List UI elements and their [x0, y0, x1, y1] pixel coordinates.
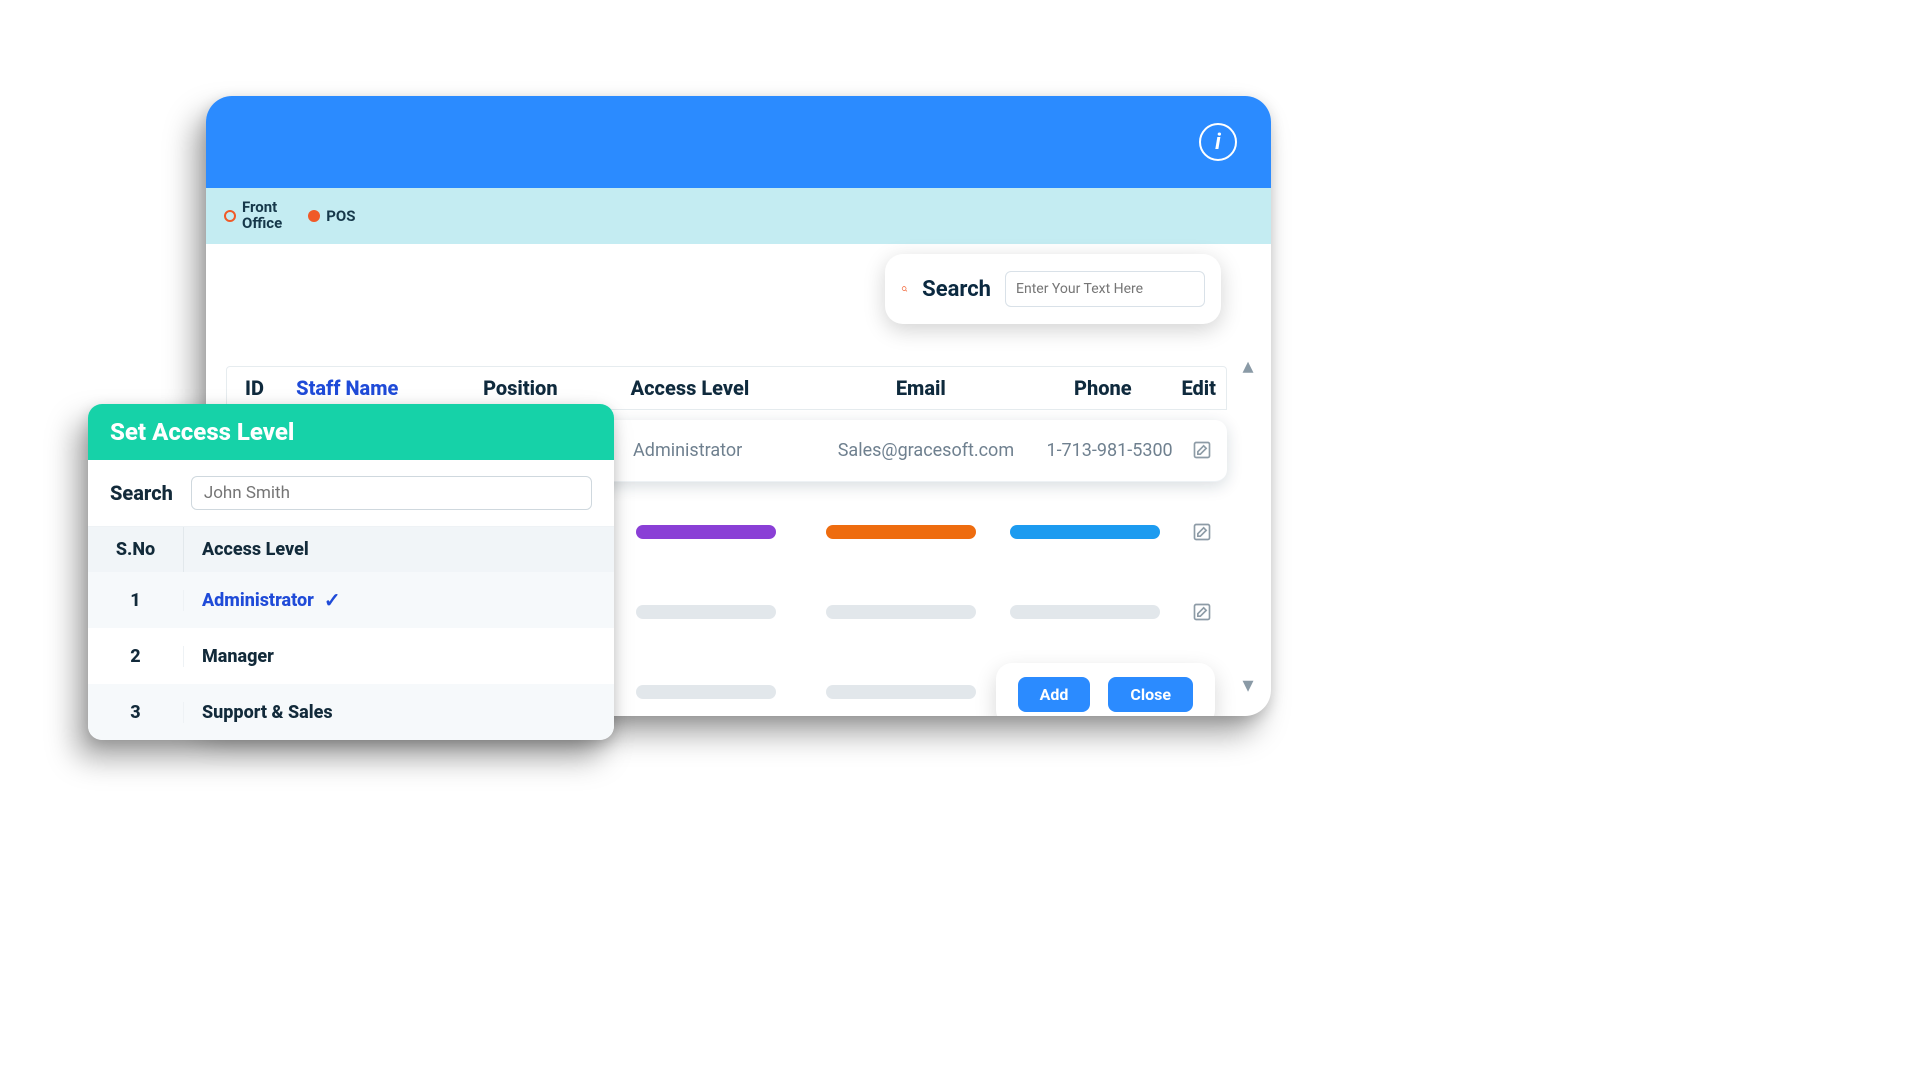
access-level-row[interactable]: 2 Manager	[88, 628, 614, 684]
info-icon[interactable]: i	[1199, 123, 1237, 161]
radio-pos[interactable]: POS	[308, 207, 355, 225]
radio-label: POS	[326, 207, 355, 225]
radio-filled-icon	[308, 210, 320, 222]
radio-label: Front Office	[242, 200, 282, 232]
cell-access: Administrator	[633, 440, 822, 461]
row-level[interactable]: Support & Sales	[184, 702, 614, 723]
modal-col-sno: S.No	[88, 527, 184, 572]
access-level-row[interactable]: 3 Support & Sales	[88, 684, 614, 740]
search-label: Search	[922, 277, 991, 302]
ph-phone	[1010, 605, 1160, 619]
edit-icon[interactable]	[1189, 437, 1215, 463]
col-access: Access Level	[631, 376, 818, 400]
scroll-up-icon[interactable]: ▴	[1237, 354, 1259, 379]
radio-front-office[interactable]: Front Office	[224, 200, 282, 232]
search-icon	[901, 276, 908, 302]
col-id: ID	[227, 376, 296, 400]
scroll-down-icon[interactable]: ▾	[1237, 673, 1259, 698]
radio-open-icon	[224, 210, 236, 222]
ph-access	[636, 605, 776, 619]
topbar: i	[206, 96, 1271, 188]
row-sno: 3	[88, 702, 184, 723]
search-pill: Search	[885, 254, 1221, 324]
modal-search: Search	[88, 460, 614, 527]
ph-email	[826, 605, 976, 619]
modal-rows: 1 Administrator ✓ 2 Manager 3 Support & Sales	[88, 572, 614, 740]
close-button[interactable]: Close	[1108, 677, 1193, 712]
modal-search-label: Search	[110, 481, 173, 505]
col-edit: Edit	[1182, 376, 1227, 400]
cell-edit	[1189, 437, 1227, 465]
cell-phone: 1-713-981-5300	[1030, 440, 1189, 461]
ph-email	[826, 685, 976, 699]
ph-access	[636, 525, 776, 539]
col-email: Email	[818, 376, 1025, 400]
modal-columns: S.No Access Level	[88, 527, 614, 572]
search-input[interactable]	[1005, 271, 1205, 307]
info-glyph: i	[1215, 130, 1221, 155]
modal-col-level: Access Level	[184, 527, 614, 572]
ph-email	[826, 525, 976, 539]
row-level-label: Manager	[202, 646, 274, 667]
footer-actions: Add Close	[996, 663, 1215, 716]
modal-search-input[interactable]	[191, 476, 592, 510]
cell-email: Sales@gracesoft.com	[822, 440, 1030, 461]
col-name[interactable]: Staff Name	[296, 376, 483, 400]
row-sno: 1	[88, 590, 184, 611]
row-level[interactable]: Manager	[184, 646, 614, 667]
col-position: Position	[483, 376, 631, 400]
access-level-modal: Set Access Level Search S.No Access Leve…	[88, 404, 614, 740]
ph-access	[636, 685, 776, 699]
edit-icon[interactable]	[1189, 599, 1215, 625]
row-level-label: Support & Sales	[202, 702, 333, 723]
row-level-label: Administrator	[202, 590, 314, 611]
check-icon: ✓	[324, 588, 341, 612]
add-button[interactable]: Add	[1018, 677, 1091, 712]
ph-phone	[1010, 525, 1160, 539]
row-level[interactable]: Administrator ✓	[184, 588, 614, 612]
row-sno: 2	[88, 646, 184, 667]
edit-icon[interactable]	[1189, 519, 1215, 545]
radio-strip: Front Office POS	[206, 188, 1271, 244]
modal-title: Set Access Level	[88, 404, 614, 460]
col-phone: Phone	[1024, 376, 1181, 400]
access-level-row[interactable]: 1 Administrator ✓	[88, 572, 614, 628]
